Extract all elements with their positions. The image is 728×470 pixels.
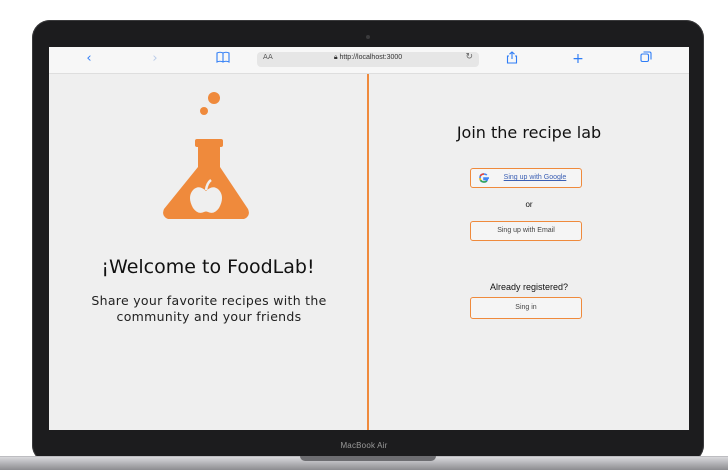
back-icon[interactable]: ‹	[81, 51, 97, 67]
share-glyph-icon	[506, 51, 518, 64]
lock-icon: 🔒︎	[333, 54, 338, 61]
google-button-label: Sing up with Google	[503, 174, 567, 181]
reload-icon[interactable]: ↻	[465, 52, 473, 62]
foodlab-flask-logo	[163, 92, 249, 219]
book-icon	[216, 51, 230, 63]
tagline-text: Share your favorite recipes with the com…	[91, 293, 327, 324]
laptop-notch	[300, 456, 436, 461]
device-label: MacBook Air	[340, 441, 388, 450]
tabs-icon[interactable]	[639, 51, 653, 67]
url-text: 🔒︎ http://localhost:3000	[257, 54, 479, 62]
bookmarks-icon[interactable]	[214, 51, 232, 67]
address-bar[interactable]: AA 🔒︎ http://localhost:3000 ↻	[257, 52, 479, 67]
share-icon[interactable]	[505, 51, 519, 67]
camera-icon	[366, 35, 370, 39]
signin-button[interactable]: Sing in	[470, 297, 582, 319]
url-value: http://localhost:3000	[339, 54, 403, 61]
browser-screen: ‹ › AA 🔒︎ http://localhost:3000 ↻ + ¡Wel…	[49, 47, 689, 430]
tabs-glyph-icon	[640, 51, 652, 63]
forward-icon[interactable]: ›	[147, 51, 163, 67]
google-signup-button[interactable]: Sing up with Google	[470, 168, 582, 188]
google-icon	[479, 173, 489, 183]
email-signup-button[interactable]: Sing up with Email	[470, 221, 582, 241]
browser-toolbar: ‹ › AA 🔒︎ http://localhost:3000 ↻ +	[49, 47, 689, 74]
welcome-title: ¡Welcome to FoodLab!	[101, 256, 315, 278]
join-heading: Join the recipe lab	[456, 123, 602, 142]
new-tab-icon[interactable]: +	[571, 51, 585, 67]
or-separator: or	[525, 200, 533, 209]
already-registered-text: Already registered?	[489, 282, 569, 292]
